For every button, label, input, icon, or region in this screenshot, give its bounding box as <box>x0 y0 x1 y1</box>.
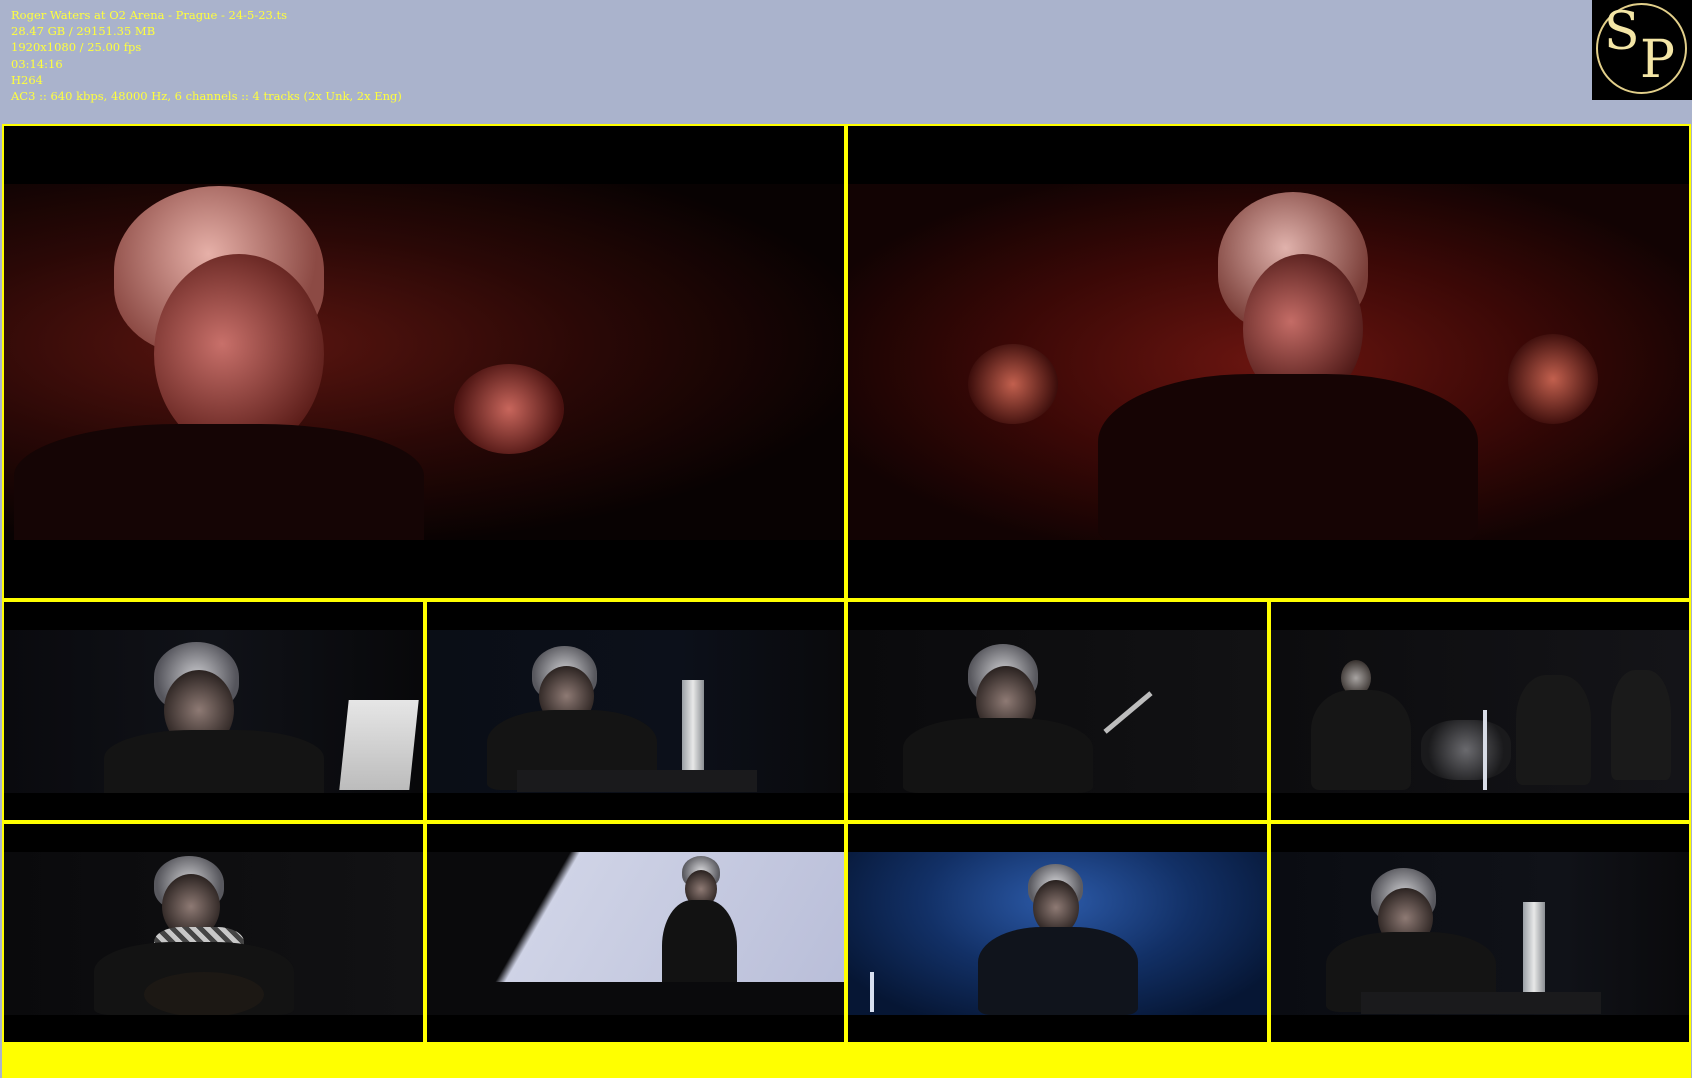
file-duration: 03:14:16 <box>11 56 63 71</box>
file-resolution: 1920x1080 / 25.00 fps <box>11 40 142 55</box>
performer-body <box>14 424 424 540</box>
video-frame <box>1271 630 1689 793</box>
bottle <box>682 680 704 770</box>
thumbnail[interactable] <box>1271 602 1689 820</box>
video-frame <box>427 630 844 793</box>
performer-fist <box>1508 334 1598 424</box>
video-frame <box>848 184 1689 540</box>
thumbnail[interactable] <box>848 602 1267 820</box>
thumbnail[interactable] <box>848 126 1689 598</box>
video-frame <box>4 852 423 1015</box>
stage-floor <box>427 982 844 1015</box>
video-frame <box>1271 852 1689 1015</box>
bottle <box>1523 902 1545 992</box>
logo-letter-s: S <box>1604 2 1640 62</box>
file-video-codec: H264 <box>11 72 43 87</box>
thumbnail[interactable] <box>1271 824 1689 1042</box>
performer-fist <box>454 364 564 454</box>
sp-logo: S P <box>1592 0 1692 100</box>
video-frame <box>848 852 1267 1015</box>
performer-body <box>104 730 324 793</box>
thumbnail[interactable] <box>848 824 1267 1042</box>
acoustic-guitar <box>144 972 264 1015</box>
thumbnail-grid <box>2 124 1691 1078</box>
logo-letter-p: P <box>1640 30 1675 90</box>
file-info-panel: Roger Waters at O2 Arena - Prague - 24-5… <box>11 7 402 104</box>
thumbnail[interactable] <box>427 602 844 820</box>
performer-fist <box>968 344 1058 424</box>
music-stand <box>1103 691 1153 734</box>
thumbnail[interactable] <box>427 824 844 1042</box>
video-frame <box>848 630 1267 793</box>
drum-kit <box>1421 720 1511 780</box>
stage-light <box>870 972 874 1012</box>
file-audio: AC3 :: 640 kbps, 48000 Hz, 6 channels ::… <box>11 89 402 104</box>
performer-body <box>1311 690 1411 790</box>
performer-body <box>978 927 1138 1015</box>
video-frame <box>427 852 844 1015</box>
stage-light <box>1483 710 1487 790</box>
piano <box>1361 992 1601 1014</box>
file-title: Roger Waters at O2 Arena - Prague - 24-5… <box>11 8 288 22</box>
performer-body <box>1098 374 1478 540</box>
piano <box>517 770 757 792</box>
video-frame <box>4 630 423 793</box>
thumbnail[interactable] <box>4 824 423 1042</box>
band-member <box>1516 675 1591 785</box>
lyric-sheet <box>339 700 419 790</box>
thumbnail[interactable] <box>4 602 423 820</box>
band-member <box>1611 670 1671 780</box>
video-frame <box>4 184 844 540</box>
thumbnail[interactable] <box>4 126 844 598</box>
performer-body <box>903 718 1093 793</box>
file-size: 28.47 GB / 29151.35 MB <box>11 24 156 39</box>
